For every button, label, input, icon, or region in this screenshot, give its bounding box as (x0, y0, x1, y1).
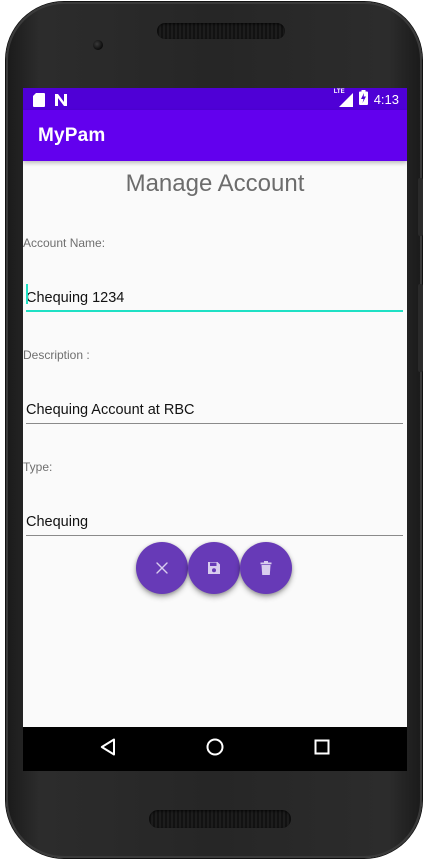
front-camera (93, 40, 103, 50)
power-button (418, 178, 423, 236)
bottom-speaker-grille (149, 810, 291, 828)
navigation-bar (23, 727, 407, 771)
delete-button[interactable] (240, 542, 292, 594)
save-button[interactable] (188, 542, 240, 594)
device-screen: LTE 4:13 MyPam Manage Account Account Na… (23, 88, 407, 771)
description-input[interactable]: Chequing Account at RBC (26, 402, 403, 424)
n-notification-icon (54, 92, 68, 111)
description-value: Chequing Account at RBC (26, 402, 195, 418)
recents-icon (314, 739, 330, 759)
status-time: 4:13 (373, 91, 399, 107)
type-input[interactable]: Chequing (26, 514, 403, 536)
home-button[interactable] (204, 738, 226, 760)
recents-button[interactable] (311, 738, 333, 760)
status-bar: LTE 4:13 (23, 88, 407, 110)
close-icon (155, 561, 169, 575)
page-title: Manage Account (125, 170, 305, 197)
back-icon (100, 738, 116, 760)
network-type-label: LTE (333, 89, 345, 95)
cancel-button[interactable] (136, 542, 188, 594)
trash-icon (260, 561, 272, 575)
account-name-label: Account Name: (23, 236, 106, 250)
volume-button (418, 284, 423, 372)
floppy-disk-icon (207, 561, 221, 575)
signal-icon: LTE (333, 89, 353, 107)
text-cursor (26, 284, 28, 304)
home-icon (206, 738, 224, 760)
type-value: Chequing (26, 514, 89, 530)
description-label: Description : (23, 348, 90, 362)
back-button[interactable] (97, 738, 119, 760)
app-title: MyPam (38, 125, 106, 146)
account-name-input[interactable]: Chequing 1234 (26, 284, 403, 312)
battery-charging-icon (358, 90, 368, 108)
type-label: Type: (23, 460, 53, 474)
sd-card-icon (33, 92, 45, 111)
app-bar: MyPam (23, 110, 407, 161)
top-speaker-grille (157, 23, 285, 39)
status-right-icons: LTE 4:13 (333, 89, 399, 108)
account-name-value: Chequing 1234 (26, 290, 125, 306)
status-left-icons (33, 92, 68, 111)
